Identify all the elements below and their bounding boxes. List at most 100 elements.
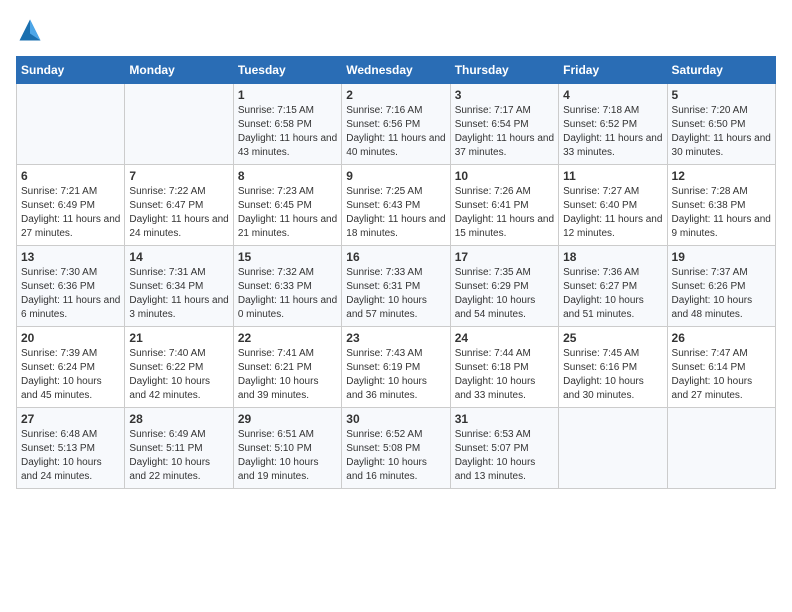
day-number: 29: [238, 412, 337, 426]
day-number: 18: [563, 250, 662, 264]
day-number: 4: [563, 88, 662, 102]
calendar-cell: 31 Sunrise: 6:53 AM Sunset: 5:07 PM Dayli…: [450, 408, 558, 489]
calendar-cell: 19 Sunrise: 7:37 AM Sunset: 6:26 PM Dayli…: [667, 246, 775, 327]
calendar-week-row: 6 Sunrise: 7:21 AM Sunset: 6:49 PM Daylig…: [17, 165, 776, 246]
calendar-cell: [559, 408, 667, 489]
day-number: 11: [563, 169, 662, 183]
day-number: 25: [563, 331, 662, 345]
cell-info: Sunrise: 7:32 AM Sunset: 6:33 PM Dayligh…: [238, 266, 337, 322]
cell-info: Sunrise: 7:43 AM Sunset: 6:19 PM Dayligh…: [346, 347, 445, 403]
calendar-cell: 1 Sunrise: 7:15 AM Sunset: 6:58 PM Daylig…: [233, 84, 341, 165]
cell-info: Sunrise: 7:18 AM Sunset: 6:52 PM Dayligh…: [563, 104, 662, 160]
calendar-cell: 14 Sunrise: 7:31 AM Sunset: 6:34 PM Dayli…: [125, 246, 233, 327]
calendar-cell: 27 Sunrise: 6:48 AM Sunset: 5:13 PM Dayli…: [17, 408, 125, 489]
cell-info: Sunrise: 6:52 AM Sunset: 5:08 PM Dayligh…: [346, 428, 445, 484]
day-number: 12: [672, 169, 771, 183]
day-number: 21: [129, 331, 228, 345]
calendar-cell: [17, 84, 125, 165]
calendar-body: 1 Sunrise: 7:15 AM Sunset: 6:58 PM Daylig…: [17, 84, 776, 489]
calendar-cell: [667, 408, 775, 489]
calendar-cell: 2Sunrise: 7:16 AM Sunset: 6:56 PM Daylig…: [342, 84, 450, 165]
calendar-cell: 10 Sunrise: 7:26 AM Sunset: 6:41 PM Dayli…: [450, 165, 558, 246]
weekday-header: Wednesday: [342, 57, 450, 84]
calendar-cell: 4 Sunrise: 7:18 AM Sunset: 6:52 PM Daylig…: [559, 84, 667, 165]
cell-info: Sunrise: 7:21 AM Sunset: 6:49 PM Dayligh…: [21, 185, 120, 241]
cell-info: Sunrise: 7:37 AM Sunset: 6:26 PM Dayligh…: [672, 266, 771, 322]
calendar-cell: 20 Sunrise: 7:39 AM Sunset: 6:24 PM Dayli…: [17, 327, 125, 408]
cell-info: Sunrise: 6:48 AM Sunset: 5:13 PM Dayligh…: [21, 428, 120, 484]
day-number: 22: [238, 331, 337, 345]
page-header: [16, 16, 776, 44]
calendar-cell: 30 Sunrise: 6:52 AM Sunset: 5:08 PM Dayli…: [342, 408, 450, 489]
day-number: 3: [455, 88, 554, 102]
calendar-cell: 29 Sunrise: 6:51 AM Sunset: 5:10 PM Dayli…: [233, 408, 341, 489]
logo-icon: [16, 16, 44, 44]
cell-info: Sunrise: 7:47 AM Sunset: 6:14 PM Dayligh…: [672, 347, 771, 403]
calendar-cell: 26 Sunrise: 7:47 AM Sunset: 6:14 PM Dayli…: [667, 327, 775, 408]
cell-info: Sunrise: 7:26 AM Sunset: 6:41 PM Dayligh…: [455, 185, 554, 241]
cell-info: Sunrise: 7:40 AM Sunset: 6:22 PM Dayligh…: [129, 347, 228, 403]
cell-info: Sunrise: 7:28 AM Sunset: 6:38 PM Dayligh…: [672, 185, 771, 241]
calendar-cell: 11 Sunrise: 7:27 AM Sunset: 6:40 PM Dayli…: [559, 165, 667, 246]
cell-info: Sunrise: 6:49 AM Sunset: 5:11 PM Dayligh…: [129, 428, 228, 484]
day-number: 27: [21, 412, 120, 426]
day-number: 6: [21, 169, 120, 183]
day-number: 17: [455, 250, 554, 264]
day-number: 14: [129, 250, 228, 264]
calendar-cell: 8 Sunrise: 7:23 AM Sunset: 6:45 PM Daylig…: [233, 165, 341, 246]
day-number: 26: [672, 331, 771, 345]
day-number: 5: [672, 88, 771, 102]
day-number: 20: [21, 331, 120, 345]
cell-info: Sunrise: 7:44 AM Sunset: 6:18 PM Dayligh…: [455, 347, 554, 403]
weekday-header: Saturday: [667, 57, 775, 84]
calendar-cell: 3 Sunrise: 7:17 AM Sunset: 6:54 PM Daylig…: [450, 84, 558, 165]
calendar-cell: 12 Sunrise: 7:28 AM Sunset: 6:38 PM Dayli…: [667, 165, 775, 246]
day-number: 1: [238, 88, 337, 102]
calendar-cell: 15 Sunrise: 7:32 AM Sunset: 6:33 PM Dayli…: [233, 246, 341, 327]
calendar-cell: 28 Sunrise: 6:49 AM Sunset: 5:11 PM Dayli…: [125, 408, 233, 489]
cell-info: Sunrise: 7:16 AM Sunset: 6:56 PM Dayligh…: [346, 104, 445, 160]
cell-info: Sunrise: 7:17 AM Sunset: 6:54 PM Dayligh…: [455, 104, 554, 160]
day-number: 24: [455, 331, 554, 345]
day-number: 19: [672, 250, 771, 264]
cell-info: Sunrise: 6:51 AM Sunset: 5:10 PM Dayligh…: [238, 428, 337, 484]
calendar-cell: 22Sunrise: 7:41 AM Sunset: 6:21 PM Dayli…: [233, 327, 341, 408]
day-number: 9: [346, 169, 445, 183]
calendar-week-row: 27 Sunrise: 6:48 AM Sunset: 5:13 PM Dayli…: [17, 408, 776, 489]
cell-info: Sunrise: 7:30 AM Sunset: 6:36 PM Dayligh…: [21, 266, 120, 322]
cell-info: Sunrise: 6:53 AM Sunset: 5:07 PM Dayligh…: [455, 428, 554, 484]
cell-info: Sunrise: 7:39 AM Sunset: 6:24 PM Dayligh…: [21, 347, 120, 403]
calendar-cell: [125, 84, 233, 165]
calendar-cell: 23 Sunrise: 7:43 AM Sunset: 6:19 PM Dayli…: [342, 327, 450, 408]
day-number: 23: [346, 331, 445, 345]
day-number: 10: [455, 169, 554, 183]
day-number: 28: [129, 412, 228, 426]
calendar-cell: 6 Sunrise: 7:21 AM Sunset: 6:49 PM Daylig…: [17, 165, 125, 246]
calendar-cell: 21 Sunrise: 7:40 AM Sunset: 6:22 PM Dayli…: [125, 327, 233, 408]
day-number: 7: [129, 169, 228, 183]
cell-info: Sunrise: 7:35 AM Sunset: 6:29 PM Dayligh…: [455, 266, 554, 322]
cell-info: Sunrise: 7:25 AM Sunset: 6:43 PM Dayligh…: [346, 185, 445, 241]
cell-info: Sunrise: 7:15 AM Sunset: 6:58 PM Dayligh…: [238, 104, 337, 160]
day-number: 30: [346, 412, 445, 426]
cell-info: Sunrise: 7:23 AM Sunset: 6:45 PM Dayligh…: [238, 185, 337, 241]
calendar-cell: 13Sunrise: 7:30 AM Sunset: 6:36 PM Dayli…: [17, 246, 125, 327]
calendar-week-row: 1 Sunrise: 7:15 AM Sunset: 6:58 PM Daylig…: [17, 84, 776, 165]
day-number: 31: [455, 412, 554, 426]
cell-info: Sunrise: 7:31 AM Sunset: 6:34 PM Dayligh…: [129, 266, 228, 322]
cell-info: Sunrise: 7:45 AM Sunset: 6:16 PM Dayligh…: [563, 347, 662, 403]
cell-info: Sunrise: 7:20 AM Sunset: 6:50 PM Dayligh…: [672, 104, 771, 160]
cell-info: Sunrise: 7:33 AM Sunset: 6:31 PM Dayligh…: [346, 266, 445, 322]
day-number: 16: [346, 250, 445, 264]
cell-info: Sunrise: 7:27 AM Sunset: 6:40 PM Dayligh…: [563, 185, 662, 241]
cell-info: Sunrise: 7:22 AM Sunset: 6:47 PM Dayligh…: [129, 185, 228, 241]
calendar-week-row: 13Sunrise: 7:30 AM Sunset: 6:36 PM Dayli…: [17, 246, 776, 327]
day-number: 8: [238, 169, 337, 183]
calendar-cell: 17 Sunrise: 7:35 AM Sunset: 6:29 PM Dayli…: [450, 246, 558, 327]
calendar-week-row: 20 Sunrise: 7:39 AM Sunset: 6:24 PM Dayli…: [17, 327, 776, 408]
weekday-header: Sunday: [17, 57, 125, 84]
weekday-header: Monday: [125, 57, 233, 84]
day-number: 15: [238, 250, 337, 264]
calendar-cell: 9 Sunrise: 7:25 AM Sunset: 6:43 PM Daylig…: [342, 165, 450, 246]
calendar-table: SundayMondayTuesdayWednesdayThursdayFrid…: [16, 56, 776, 489]
